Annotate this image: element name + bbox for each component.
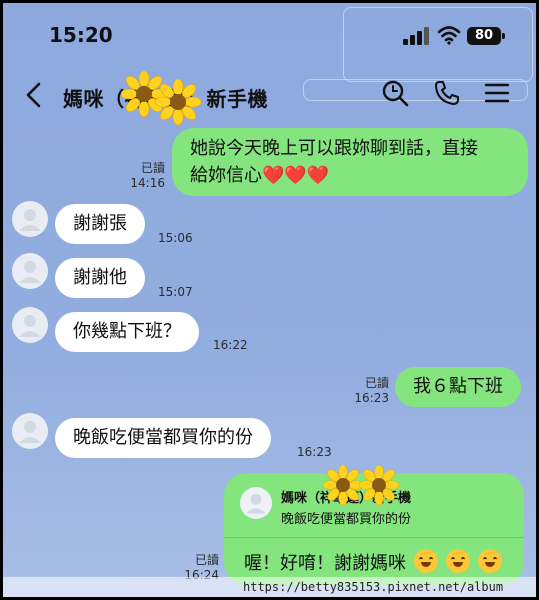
message-text: 她說今天晚上可以跟妳聊到話，直接 — [190, 138, 478, 159]
message-time: 16:22 — [213, 338, 248, 352]
message-bubble-incoming[interactable]: 謝謝張 — [55, 204, 145, 244]
message-meta: 已讀 14:16 — [125, 161, 165, 191]
hugging-face-emoji-icon — [446, 549, 470, 573]
message-bubble-outgoing[interactable]: 我６點下班 — [395, 367, 521, 407]
status-icons: 80 — [403, 25, 528, 47]
wifi-icon — [437, 26, 461, 45]
back-arrow-icon[interactable] — [23, 81, 45, 109]
phone-icon[interactable] — [433, 79, 461, 107]
sunflower-sticker-icon — [323, 465, 363, 505]
reply-body-text: 喔！好唷！謝謝媽咪 — [244, 553, 406, 574]
message-bubble-incoming[interactable]: 你幾點下班？ — [55, 312, 199, 352]
hearts-emoji: ❤️❤️❤️ — [262, 165, 330, 186]
hugging-face-emoji-icon — [414, 549, 438, 573]
read-receipt: 已讀 — [364, 376, 389, 390]
reply-text: 喔！好唷！謝謝媽咪 — [244, 549, 502, 575]
read-receipt: 已讀 — [140, 161, 165, 175]
avatar[interactable] — [12, 307, 48, 343]
avatar[interactable] — [12, 413, 48, 449]
menu-icon[interactable] — [483, 79, 511, 107]
message-time: 16:23 — [354, 391, 389, 405]
hugging-face-emoji-icon — [478, 549, 502, 573]
battery-icon: 80 — [467, 27, 505, 45]
status-time: 15:20 — [49, 23, 113, 47]
message-time: 14:16 — [130, 176, 165, 190]
avatar[interactable] — [12, 253, 48, 289]
message-time: 15:07 — [158, 285, 193, 299]
message-text: 給妳信心 — [190, 165, 262, 186]
message-bubble-incoming[interactable]: 謝謝他 — [55, 258, 145, 298]
read-receipt: 已讀 — [194, 553, 219, 567]
sunflower-sticker-icon — [155, 79, 201, 125]
signal-icon — [403, 27, 429, 45]
search-icon[interactable] — [381, 79, 409, 107]
message-time: 16:23 — [297, 445, 332, 459]
message-bubble-outgoing[interactable]: 她說今天晚上可以跟妳聊到話，直接 給妳信心❤️❤️❤️ — [172, 128, 528, 196]
message-bubble-incoming[interactable]: 晚飯吃便當都買你的份 — [55, 418, 271, 458]
message-meta: 已讀 16:23 — [349, 376, 389, 406]
sunflower-sticker-icon — [359, 465, 399, 505]
chat-screen: 15:20 80 媽咪（祥華蓮）新手機 — [3, 3, 536, 597]
quoted-text: 晚飯吃便當都買你的份 — [281, 512, 412, 527]
message-time: 15:06 — [158, 231, 193, 245]
avatar[interactable] — [12, 201, 48, 237]
quoted-avatar — [240, 487, 272, 519]
watermark-url: https://betty835153.pixnet.net/album — [3, 577, 536, 597]
